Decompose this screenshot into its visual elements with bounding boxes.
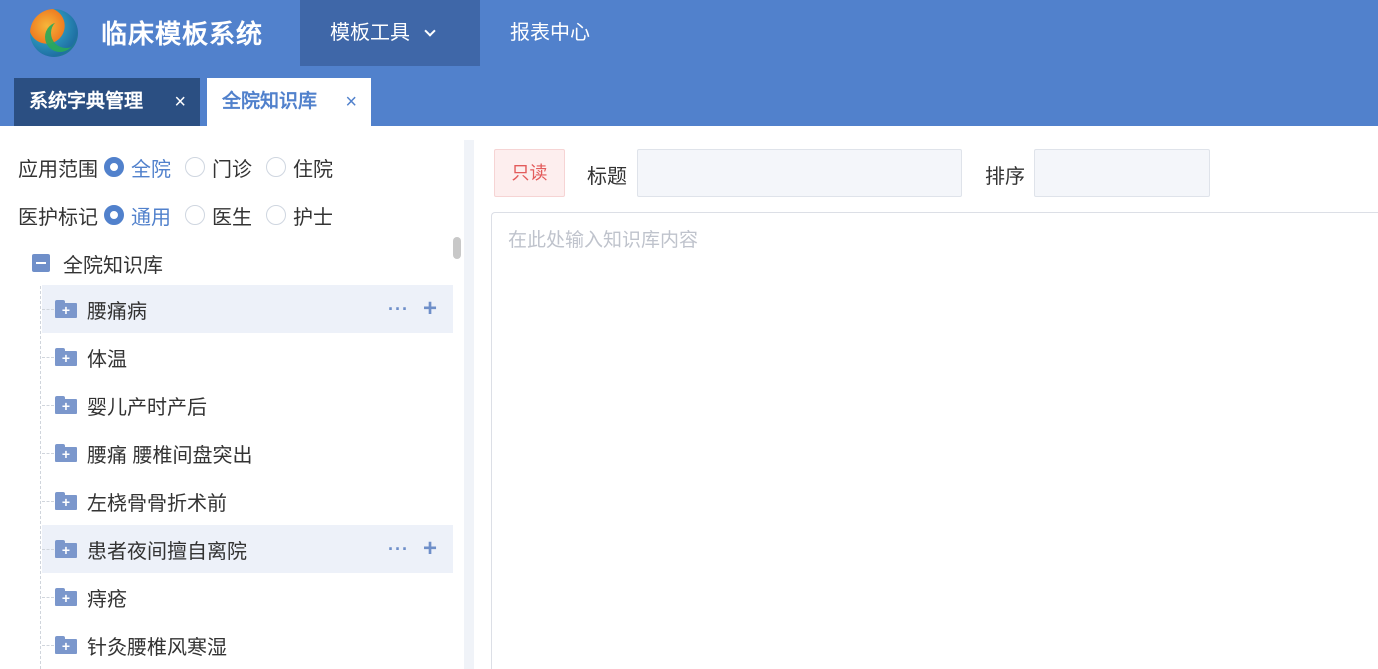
care-label: 医护标记 <box>18 206 98 229</box>
care-radio-doctor[interactable] <box>185 205 205 225</box>
tree-node-label: 针灸腰椎风寒湿 <box>87 636 227 659</box>
tree-node-label: 婴儿产时产后 <box>87 396 207 419</box>
more-icon[interactable]: ··· <box>388 299 409 320</box>
order-label: 排序 <box>985 166 1025 188</box>
scope-label: 应用范围 <box>18 158 98 181</box>
nav-template-tools[interactable]: 模板工具 <box>300 0 480 66</box>
logo-icon <box>30 9 78 57</box>
content-editor[interactable]: 在此处输入知识库内容 <box>491 212 1378 669</box>
care-option-general[interactable]: 通用 <box>131 201 171 230</box>
nav-report-center-label: 报表中心 <box>510 22 590 44</box>
folder-plus-icon[interactable]: + <box>55 300 77 318</box>
close-icon[interactable]: × <box>345 78 357 126</box>
folder-plus-icon[interactable]: + <box>55 492 77 510</box>
collapse-icon[interactable] <box>32 254 50 272</box>
order-input[interactable] <box>1034 149 1210 197</box>
more-icon[interactable]: ··· <box>388 539 409 560</box>
app-title: 临床模板系统 <box>101 19 264 49</box>
nav-report-center[interactable]: 报表中心 <box>480 0 620 66</box>
care-option-nurse[interactable]: 护士 <box>293 201 333 230</box>
tab-knowledge-base-label: 全院知识库 <box>222 91 318 112</box>
tree-node[interactable]: + 腰痛 腰椎间盘突出 <box>42 429 453 477</box>
folder-plus-icon[interactable]: + <box>55 348 77 366</box>
tab-knowledge-base[interactable]: 全院知识库 × <box>207 78 371 126</box>
scope-radio-all[interactable] <box>104 157 124 177</box>
scope-option-inpatient[interactable]: 住院 <box>293 153 333 182</box>
title-label: 标题 <box>587 166 627 188</box>
folder-plus-icon[interactable]: + <box>55 396 77 414</box>
tree-node-label: 腰痛 腰椎间盘突出 <box>87 444 253 467</box>
scrollbar-thumb[interactable] <box>453 237 461 259</box>
close-icon[interactable]: × <box>174 78 186 126</box>
tree-node-label: 腰痛病 <box>87 300 147 323</box>
tree-node[interactable]: + 针灸腰椎风寒湿 <box>42 621 453 669</box>
tree-node[interactable]: + 腰痛病 ··· + <box>42 285 453 333</box>
care-filter: 医护标记 通用 医生 护士 <box>18 201 347 229</box>
care-radio-general[interactable] <box>104 205 124 225</box>
tree-node-label: 痔疮 <box>87 588 127 611</box>
title-input[interactable] <box>637 149 962 197</box>
tree-node[interactable]: + 患者夜间擅自离院 ··· + <box>42 525 453 573</box>
tree-node[interactable]: + 痔疮 <box>42 573 453 621</box>
tree-node[interactable]: + 婴儿产时产后 <box>42 381 453 429</box>
add-icon[interactable]: + <box>423 295 437 323</box>
nav-template-tools-label: 模板工具 <box>330 22 410 44</box>
tree-node[interactable]: + 左桡骨骨折术前 <box>42 477 453 525</box>
folder-plus-icon[interactable]: + <box>55 444 77 462</box>
tree-root[interactable]: 全院知识库 <box>32 248 163 278</box>
add-icon[interactable]: + <box>423 535 437 563</box>
panel-divider[interactable] <box>464 140 474 669</box>
scope-option-outpatient[interactable]: 门诊 <box>212 153 252 182</box>
chevron-down-icon <box>424 25 436 37</box>
tree-root-label: 全院知识库 <box>63 254 163 277</box>
content-placeholder: 在此处输入知识库内容 <box>508 230 699 251</box>
scope-radio-outpatient[interactable] <box>185 157 205 177</box>
folder-plus-icon[interactable]: + <box>55 588 77 606</box>
scope-filter: 应用范围 全院 门诊 住院 <box>18 153 347 181</box>
app-header: 临床模板系统 模板工具 报表中心 系统字典管理 × 全院知识库 × <box>0 0 1378 126</box>
tree-node[interactable]: + 体温 <box>42 333 453 381</box>
tab-dictionary-label: 系统字典管理 <box>29 91 144 112</box>
folder-plus-icon[interactable]: + <box>55 540 77 558</box>
tab-dictionary[interactable]: 系统字典管理 × <box>14 78 200 126</box>
tree-node-label: 左桡骨骨折术前 <box>87 492 227 515</box>
care-option-doctor[interactable]: 医生 <box>212 201 252 230</box>
care-radio-nurse[interactable] <box>266 205 286 225</box>
tree-guide-line <box>40 286 41 669</box>
readonly-button[interactable]: 只读 <box>494 149 565 197</box>
scope-radio-inpatient[interactable] <box>266 157 286 177</box>
tree-node-label: 体温 <box>87 348 127 371</box>
folder-plus-icon[interactable]: + <box>55 636 77 654</box>
tree-node-label: 患者夜间擅自离院 <box>87 540 247 563</box>
left-panel: 应用范围 全院 门诊 住院 医护标记 通用 医生 护士 全院知识库 + 腰痛病 … <box>0 126 475 669</box>
scope-option-all[interactable]: 全院 <box>131 153 171 182</box>
